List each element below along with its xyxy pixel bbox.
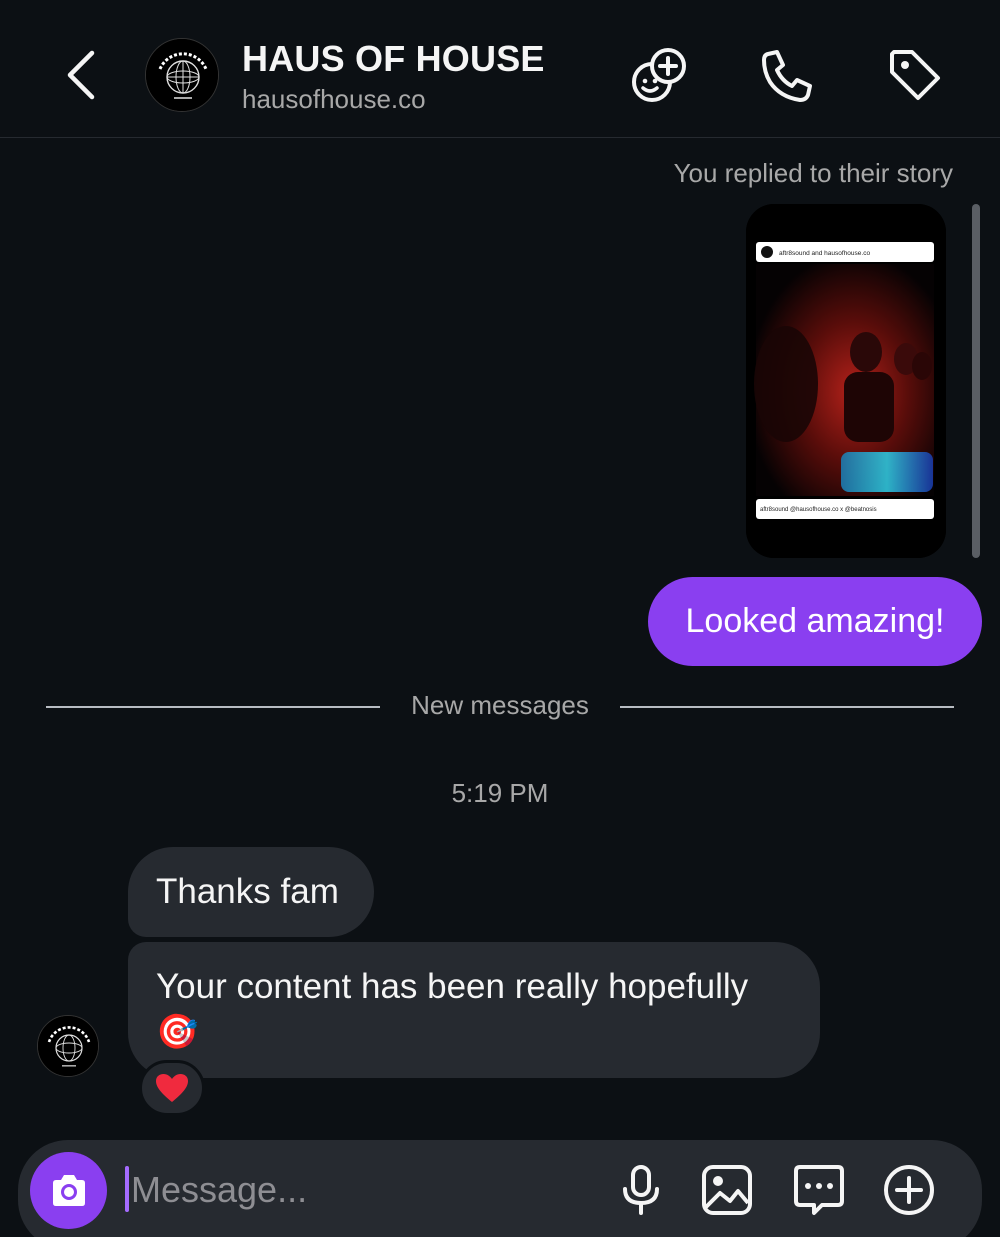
dart-emoji: 🎯 [156,1013,199,1051]
microphone-icon [623,1165,659,1215]
story-reply-note: You replied to their story [673,158,953,188]
contact-username[interactable]: hausofhouse.co [242,84,426,115]
message-input[interactable] [131,1160,591,1220]
profile-avatar[interactable] [145,38,219,112]
back-chevron-icon [67,50,95,100]
incoming-message[interactable]: Your content has been really hopefully 🎯 [128,942,820,1078]
incoming-message-text: Your content has been really hopefully [156,967,749,1006]
heart-reaction[interactable] [139,1060,205,1116]
dm-thread-screen: HAUS OF HOUSE hausofhouse.co You replied… [0,0,1000,1237]
story-header-text: aftr8sound and hausofhouse.co [779,250,870,257]
story-caption-text: aftr8sound @hausofhouse.co x @beatnosis [760,507,877,513]
sticker-icon [794,1165,844,1215]
new-messages-divider: New messages [411,690,589,720]
heart-icon [156,1074,188,1102]
gallery-icon [702,1165,752,1215]
sender-avatar[interactable] [37,1015,99,1077]
incoming-message[interactable]: Thanks fam [128,847,374,937]
haus-of-house-logo-icon [38,1016,98,1076]
gallery-button[interactable] [700,1163,754,1217]
haus-of-house-logo-icon [146,39,218,111]
plus-icon [884,1165,934,1215]
thread-header: HAUS OF HOUSE hausofhouse.co [0,0,1000,138]
sticker-button[interactable] [792,1163,846,1217]
voice-message-button[interactable] [614,1163,668,1217]
add-games-button[interactable] [628,44,690,106]
label-button[interactable] [884,44,946,106]
more-options-button[interactable] [882,1163,936,1217]
story-preview[interactable]: aftr8sound and hausofhouse.co aftr8sound… [746,204,946,558]
phone-icon [762,50,812,102]
story-thumbnail: aftr8sound and hausofhouse.co aftr8sound… [746,204,946,558]
divider-line-right [620,706,954,708]
message-timestamp: 5:19 PM [451,778,549,808]
contact-name[interactable]: HAUS OF HOUSE [242,38,545,80]
camera-icon [52,1174,85,1206]
audio-call-button[interactable] [756,44,818,106]
add-games-icon [632,48,686,102]
tag-icon [890,50,940,100]
back-button[interactable] [58,45,108,105]
scrollbar[interactable] [972,204,980,558]
divider-line-left [46,706,380,708]
outgoing-message[interactable]: Looked amazing! [648,577,982,666]
camera-button[interactable] [30,1152,107,1229]
text-cursor [125,1166,129,1212]
incoming-message-text: Thanks fam [156,872,339,911]
outgoing-message-text: Looked amazing! [685,602,945,640]
